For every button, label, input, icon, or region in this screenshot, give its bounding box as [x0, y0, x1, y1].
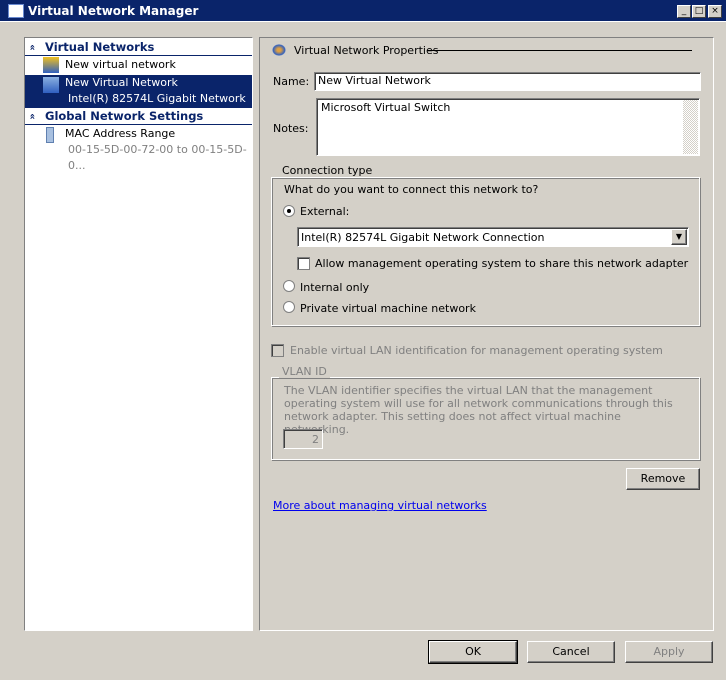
title-bar: Virtual Network Manager — [0, 0, 726, 22]
adapter-value: Intel(R) 82574L Gigabit Network Connecti… — [301, 231, 545, 244]
item-label: MAC Address Range — [65, 127, 176, 140]
section-global-network-settings[interactable]: « Global Network Settings — [25, 108, 252, 125]
name-label: Name: — [273, 75, 310, 88]
item-sublabel: 00-15-5D-00-72-00 to 00-15-5D-0... — [68, 143, 247, 172]
notes-textarea[interactable]: Microsoft Virtual Switch — [316, 98, 700, 156]
section-virtual-networks[interactable]: « Virtual Networks — [25, 39, 252, 56]
external-label: External: — [300, 205, 350, 218]
maximize-button[interactable]: □ — [692, 5, 706, 18]
ok-button[interactable]: OK — [428, 640, 518, 664]
external-radio[interactable] — [283, 205, 295, 217]
heading-rule — [427, 50, 692, 51]
vlan-description: The VLAN identifier specifies the virtua… — [284, 384, 673, 436]
collapse-chevron-icon: « — [26, 113, 38, 120]
section-label: Virtual Networks — [45, 40, 155, 54]
nav-item-new-virtual-network[interactable]: New virtual network — [25, 57, 252, 74]
name-input[interactable]: New Virtual Network — [314, 72, 701, 91]
connection-question: What do you want to connect this network… — [284, 183, 539, 196]
private-network-label: Private virtual machine network — [300, 302, 476, 315]
notes-text: Microsoft Virtual Switch — [321, 101, 451, 114]
window-title: Virtual Network Manager — [28, 4, 199, 18]
nav-item-virtual-network[interactable]: New Virtual Network Intel(R) 82574L Giga… — [25, 75, 252, 121]
properties-heading: Virtual Network Properties — [294, 44, 439, 57]
dropdown-arrow-icon[interactable]: ▼ — [671, 229, 687, 245]
enable-vlan-label: Enable virtual LAN identification for ma… — [290, 344, 663, 357]
apply-button[interactable]: Apply — [625, 641, 713, 663]
adapter-select[interactable]: Intel(R) 82574L Gigabit Network Connecti… — [297, 227, 689, 247]
item-label: New Virtual Network — [65, 76, 178, 89]
notes-scrollbar[interactable] — [683, 100, 698, 154]
help-link[interactable]: More about managing virtual networks — [273, 499, 487, 512]
allow-management-checkbox[interactable] — [297, 257, 310, 270]
enable-vlan-checkbox[interactable] — [271, 344, 284, 357]
notes-label: Notes: — [273, 122, 309, 135]
close-button[interactable]: × — [708, 5, 722, 18]
network-icon — [43, 77, 59, 93]
vlan-id-input[interactable]: 2 — [283, 429, 323, 449]
section-label: Global Network Settings — [45, 109, 204, 123]
network-manager-icon — [8, 4, 24, 18]
remove-button[interactable]: Remove — [626, 468, 700, 490]
navigation-pane: « Virtual Networks New virtual network Ne… — [24, 37, 253, 631]
network-properties-icon — [272, 44, 286, 56]
private-network-radio[interactable] — [283, 301, 295, 313]
mac-address-icon — [46, 127, 54, 143]
internal-only-radio[interactable] — [283, 280, 295, 292]
allow-management-label: Allow management operating system to sha… — [315, 257, 689, 270]
vlan-id-label: VLAN ID — [279, 365, 330, 378]
collapse-chevron-icon: « — [26, 44, 38, 51]
nav-item-mac-address-range[interactable]: MAC Address Range 00-15-5D-00-72-00 to 0… — [25, 126, 252, 172]
item-label: New virtual network — [65, 58, 176, 71]
cancel-button[interactable]: Cancel — [527, 641, 615, 663]
add-network-icon — [43, 57, 59, 73]
internal-only-label: Internal only — [300, 281, 370, 294]
minimize-button[interactable]: _ — [677, 5, 691, 18]
connection-type-label: Connection type — [279, 164, 376, 177]
